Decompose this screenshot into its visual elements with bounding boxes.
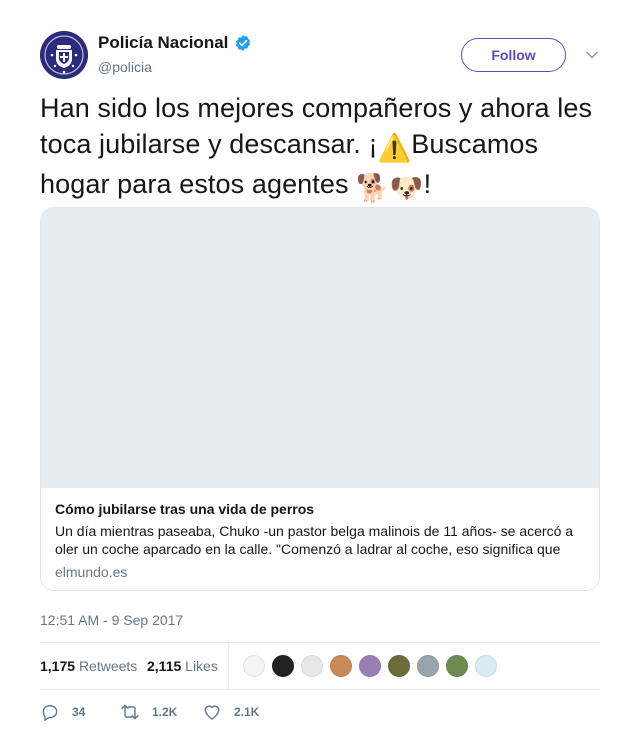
- tweet-text: Han sido los mejores compañeros y ahora …: [40, 90, 610, 206]
- author-handle[interactable]: @policia: [98, 59, 152, 75]
- card-title[interactable]: Cómo jubilarse tras una vida de perros: [55, 501, 314, 517]
- likes-label: Likes: [185, 658, 218, 674]
- retweets-count: 1,175: [40, 658, 76, 674]
- verified-badge-icon: [236, 35, 251, 51]
- like-count: 2.1K: [234, 705, 260, 719]
- link-card[interactable]: Cómo jubilarse tras una vida de perros U…: [40, 207, 600, 591]
- card-description: Un día mientras paseaba, Chuko -un pasto…: [55, 523, 574, 557]
- likes-stat[interactable]: 2,115 Likes: [147, 658, 218, 674]
- tweet-header: Policía Nacional @policia Follow: [40, 31, 600, 79]
- retweets-label: Retweets: [78, 658, 138, 674]
- liker-avatar[interactable]: [416, 654, 440, 678]
- retweets-stat[interactable]: 1,175 Retweets: [40, 658, 137, 674]
- liker-avatar[interactable]: [387, 654, 411, 678]
- tweet-timestamp[interactable]: 12:51 AM - 9 Sep 2017: [40, 612, 183, 628]
- retweet-icon: [121, 704, 139, 720]
- stats-separator: [228, 642, 229, 689]
- heart-icon: [204, 705, 220, 720]
- reply-icon: [42, 705, 58, 722]
- avatar[interactable]: [40, 31, 88, 79]
- police-emblem-icon: [40, 31, 88, 79]
- card-domain: elmundo.es: [55, 564, 128, 580]
- liker-avatar[interactable]: [445, 654, 469, 678]
- card-image-placeholder[interactable]: [41, 208, 599, 488]
- retweet-count: 1.2K: [152, 705, 178, 719]
- liker-avatar[interactable]: [474, 654, 498, 678]
- chevron-down-icon[interactable]: [585, 48, 599, 62]
- reply-count: 34: [72, 705, 86, 719]
- liker-avatars: [242, 654, 503, 678]
- author-display-name[interactable]: Policía Nacional: [98, 33, 228, 53]
- tweet-text-part3: !: [423, 169, 432, 199]
- follow-button[interactable]: Follow: [461, 38, 566, 72]
- author-name-row[interactable]: Policía Nacional: [98, 33, 252, 53]
- divider: [40, 689, 600, 690]
- liker-avatar[interactable]: [358, 654, 382, 678]
- liker-avatar[interactable]: [329, 654, 353, 678]
- liker-avatar[interactable]: [271, 654, 295, 678]
- likes-count: 2,115: [147, 658, 182, 674]
- tweet-actions: 34 1.2K 2.1K: [40, 700, 600, 724]
- dog-emojis: 🐕🐶: [356, 173, 424, 203]
- warning-emoji: ⚠️: [377, 133, 412, 163]
- like-action[interactable]: 2.1K: [202, 702, 259, 722]
- retweet-action[interactable]: 1.2K: [120, 702, 177, 722]
- reply-action[interactable]: 34: [40, 702, 85, 722]
- liker-avatar[interactable]: [300, 654, 324, 678]
- liker-avatar[interactable]: [242, 654, 266, 678]
- tweet-stats: 1,175 Retweets 2,115 Likes: [40, 642, 600, 689]
